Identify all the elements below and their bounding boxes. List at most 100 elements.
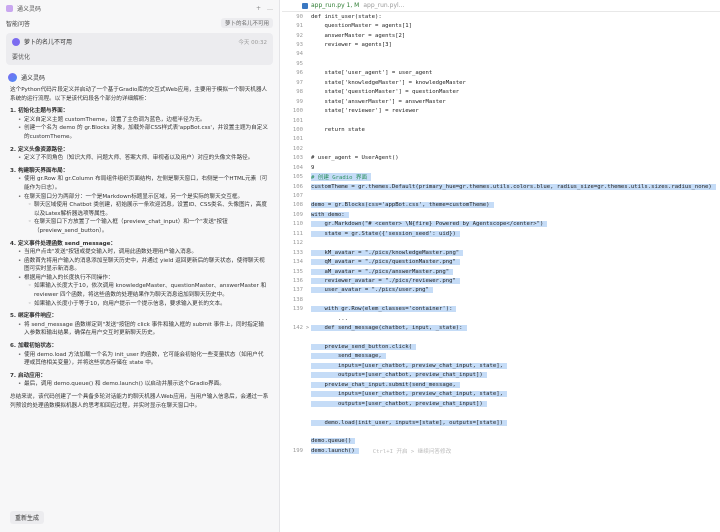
response-list-item: 定义了不同角色（知识大师、问题大师、答案大师、审视者以及用户）对应的头像文件路径… — [18, 154, 269, 163]
line-number: 136 — [292, 277, 303, 284]
code-line[interactable]: 94 — [282, 50, 720, 59]
section-label: 智能问答 — [6, 20, 31, 28]
code-line[interactable]: 102 — [282, 144, 720, 153]
assistant-header: 通义灵码 — [8, 73, 271, 82]
code-line[interactable]: 95 — [282, 59, 720, 68]
line-text: inputs=[user_chatbot, preview_chat_input… — [311, 391, 507, 398]
code-line[interactable]: 96 state['user_agent'] = user_agent — [282, 69, 720, 78]
user-message: 萝卜的名儿不可用 今天 00:32 要优化 — [6, 33, 273, 65]
response-list-item: 在聊天窗口下方放置了一个输入框（preview_chat_input）和一个"发… — [28, 218, 269, 235]
line-number: 134 — [292, 259, 303, 266]
response-list-item: 如果输入长度小于等于10，向用户提示一个提示信息，要求输入更长的文本。 — [28, 300, 269, 309]
code-line[interactable]: 104 9 — [282, 163, 720, 172]
code-line[interactable]: 90 def init_user(state): — [282, 12, 720, 21]
code-line[interactable]: 133 kM_avatar = "./pics/knowledgeMaster.… — [282, 248, 720, 257]
response-list-item: 函数首先将用户输入的消息添加至聊天历史中，并通过 yield 返回更新后的聊天状… — [18, 257, 269, 274]
regenerate-button[interactable]: 重新生成 — [10, 511, 45, 524]
code-line[interactable]: 98 state['questionMaster'] = questionMas… — [282, 88, 720, 97]
code-line[interactable]: outputs=[user_chatbot, preview_chat_inpu… — [282, 399, 720, 408]
code-line[interactable]: 100 return state — [282, 125, 720, 134]
code-line[interactable]: 97 state['knowledgeMaster'] = knowledgeM… — [282, 78, 720, 87]
inline-hint: Ctrl+I 开启 > 继续问答修改 — [372, 448, 452, 455]
response-list: 定义了不同角色（知识大师、问题大师、答案大师、审视者以及用户）对应的头像文件路径… — [10, 154, 269, 163]
code-line[interactable]: 106 customTheme = gr.themes.Default(prima… — [282, 182, 720, 191]
user-name: 萝卜的名儿不可用 — [24, 39, 73, 46]
code-line[interactable] — [282, 427, 720, 436]
code-line[interactable]: demo.queue() — [282, 437, 720, 446]
code-line[interactable]: 93 reviewer = agents[3] — [282, 40, 720, 49]
code-line[interactable]: 138 — [282, 295, 720, 304]
code-line[interactable]: 101 — [282, 135, 720, 144]
line-text: preview_send_button.click( — [311, 344, 417, 351]
response-list-item: 当用户点击"发送"按钮或提交输入时，调用此函数处理用户输入消息。 — [18, 248, 269, 257]
tongyi-logo-icon — [6, 4, 13, 12]
line-text: qM_avatar = "./pics/questionMaster.png" — [311, 259, 460, 266]
session-selector[interactable]: 萝卜的名儿不可用 — [220, 18, 273, 28]
code-lines[interactable]: 90 def init_user(state): 91 questionMaster… — [282, 12, 720, 456]
code-line[interactable]: 100 state['reviewer'] = reviewer — [282, 106, 720, 115]
code-editor: app_run.py 1, M app_run.pyl... 90 def ini… — [282, 0, 720, 532]
line-number: 101 — [292, 136, 303, 143]
response-list-item: 最后，调用 demo.queue() 和 demo.launch() 以启动并展… — [18, 380, 269, 389]
code-line[interactable]: 142 > def send_message(chatbot, input, _s… — [282, 323, 720, 332]
code-line[interactable]: inputs=[user_chatbot, preview_chat_input… — [282, 361, 720, 370]
line-text: with gr.Row(elem_classes='container'): — [311, 306, 457, 313]
response-list: 将 send_message 函数绑定到"发送"按钮的 click 事件和输入框… — [10, 321, 269, 338]
response-list: 使用 demo.load 方法加载一个名为 init_user 的函数，它可能会… — [10, 351, 269, 368]
code-line[interactable] — [282, 408, 720, 417]
code-line[interactable]: 105 # 创建 Gradio 界面 — [282, 172, 720, 182]
tab-app-run[interactable]: app_run.py 1, M app_run.pyl... — [302, 2, 404, 9]
code-line[interactable]: send_message, — [282, 352, 720, 361]
response-list: 使用 gr.Row 和 gr.Column 布局组件组织页面结构，左侧是聊天窗口… — [10, 175, 269, 235]
message-time: 今天 00:32 — [238, 39, 267, 46]
code-line[interactable]: 135 aM_avatar = "./pics/answerMaster.png… — [282, 267, 720, 276]
line-text: state['knowledgeMaster'] = knowledgeMast… — [311, 79, 466, 86]
code-line[interactable]: 139 with gr.Row(elem_classes='container'… — [282, 305, 720, 314]
line-number: 92 — [296, 32, 303, 39]
response-list: 定义自定义主题 customTheme，设置了主色调为蓝色，边框半径为无。创建一… — [10, 116, 269, 142]
code-line[interactable]: ... — [282, 314, 720, 323]
line-number: 135 — [292, 268, 303, 275]
code-line[interactable]: 99 state['answerMaster'] = answerMaster — [282, 97, 720, 106]
chat-topbar: 通义灵码 + … — [0, 0, 279, 16]
response-list-item: 如果输入长度大于10，依次调用 knowledgeMaster、question… — [28, 282, 269, 299]
code-line[interactable]: 103 # user_agent = UserAgent() — [282, 154, 720, 163]
response-list: 最后，调用 demo.queue() 和 demo.launch() 以启动并展… — [10, 380, 269, 389]
code-line[interactable]: 101 — [282, 116, 720, 125]
code-line[interactable]: 109 with demo: — [282, 210, 720, 219]
line-number: 91 — [296, 23, 303, 30]
line-number: 109 — [292, 211, 303, 218]
code-line[interactable]: 112 — [282, 239, 720, 248]
line-text: return state — [311, 126, 365, 133]
code-line[interactable]: demo.load(init_user, inputs=[state], out… — [282, 418, 720, 427]
code-line[interactable]: preview_chat_input.submit(send_message, — [282, 380, 720, 389]
code-line[interactable]: 110 gr.Markdown("# <center> \N{fire} Pow… — [282, 220, 720, 229]
line-text: kM_avatar = "./pics/knowledgeMaster.png" — [311, 249, 464, 256]
code-line[interactable]: 199 demo.launch() Ctrl+I 开启 > 继续问答修改 — [282, 446, 720, 455]
user-avatar — [12, 37, 20, 46]
response-section-title: 2. 定义头像资源路径： — [10, 146, 69, 153]
code-line[interactable]: 91 questionMaster = agents[1] — [282, 21, 720, 30]
code-line[interactable]: 137 user_avatar = "./pics/user.png" — [282, 286, 720, 295]
more-icon[interactable]: … — [267, 5, 273, 12]
code-line[interactable]: 136 reviewer_avatar = "./pics/reviewer.p… — [282, 276, 720, 285]
code-line[interactable]: 111 state = gr.State({'session_seed': ui… — [282, 229, 720, 238]
line-text: 9 — [311, 164, 315, 171]
code-line[interactable]: 108 demo = gr.Blocks(css='appBot.css', th… — [282, 201, 720, 210]
code-line[interactable]: 134 qM_avatar = "./pics/questionMaster.p… — [282, 257, 720, 266]
line-number: 100 — [292, 108, 303, 115]
code-line[interactable]: 107 — [282, 191, 720, 200]
new-chat-icon[interactable]: + — [256, 5, 261, 12]
line-number: 104 — [292, 164, 303, 171]
code-line[interactable]: preview_send_button.click( — [282, 342, 720, 351]
response-section-title: 3. 构建聊天界面布局： — [10, 167, 69, 174]
code-line[interactable]: inputs=[user_chatbot, preview_chat_input… — [282, 390, 720, 399]
python-file-icon — [302, 2, 308, 9]
line-number: 111 — [292, 230, 303, 237]
code-line[interactable] — [282, 333, 720, 342]
line-number: 102 — [292, 145, 303, 152]
code-line[interactable]: outputs=[user_chatbot, preview_chat_inpu… — [282, 371, 720, 380]
line-number: 103 — [292, 155, 303, 162]
code-line[interactable]: 92 answerMaster = agents[2] — [282, 31, 720, 40]
line-text: user_avatar = "./pics/user.png" — [311, 287, 433, 294]
